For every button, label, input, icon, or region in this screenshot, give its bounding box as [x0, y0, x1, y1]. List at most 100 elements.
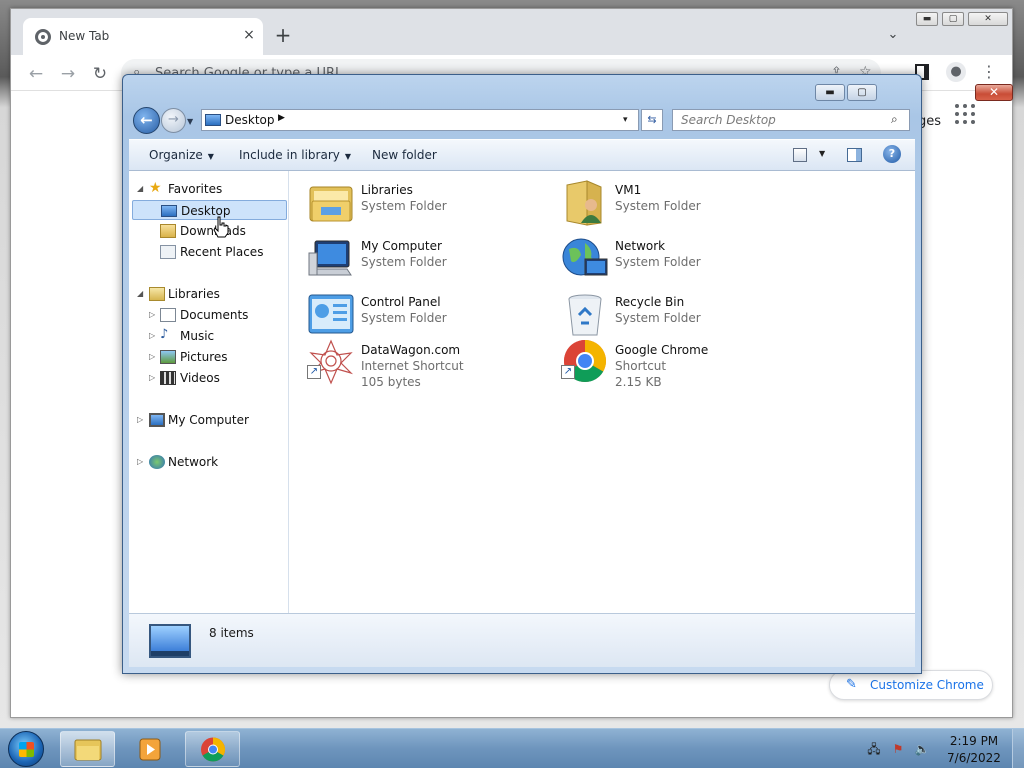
documents-icon [160, 308, 176, 322]
command-bar: Organize ▼ Include in library ▼ New folder… [129, 139, 915, 171]
chrome-reload-icon[interactable]: ↻ [89, 63, 111, 85]
collapsed-triangle-icon[interactable]: ▷ [137, 457, 143, 466]
computer-icon [308, 240, 352, 276]
back-button[interactable]: ← [133, 107, 160, 134]
explorer-minimize-button[interactable]: ▬ [815, 84, 845, 101]
search-input[interactable]: Search Desktop ⌕ [672, 109, 910, 131]
customize-chrome-button[interactable]: ✎ Customize Chrome [829, 670, 993, 700]
show-desktop-button[interactable] [1012, 729, 1024, 768]
shortcut-arrow-icon: ↗ [307, 365, 321, 379]
nav-network[interactable]: ▷ Network [129, 452, 287, 472]
nav-item-music-label: Music [180, 329, 215, 343]
include-in-library-label: Include in library [239, 148, 340, 162]
profile-avatar-icon[interactable]: ● [946, 62, 966, 82]
help-icon[interactable]: ? [883, 145, 901, 163]
start-button[interactable] [8, 731, 44, 767]
nav-item-downloads[interactable]: Downloads [129, 221, 287, 241]
change-view-icon[interactable] [793, 148, 807, 162]
pencil-icon: ✎ [846, 677, 857, 692]
google-apps-icon[interactable] [955, 104, 975, 124]
explorer-close-button[interactable]: ✕ [975, 84, 1013, 101]
nav-item-videos-label: Videos [180, 371, 220, 385]
file-item-my-computer[interactable]: My Computer System Folder [307, 229, 557, 281]
chrome-maximize-button[interactable]: ▢ [942, 12, 964, 26]
search-icon[interactable]: ⌕ [891, 112, 898, 127]
new-folder-button[interactable]: New folder [372, 148, 437, 162]
media-player-icon [139, 738, 161, 761]
recent-pages-dropdown-icon[interactable]: ▼ [187, 117, 193, 126]
address-history-dropdown-icon[interactable]: ▾ [623, 115, 628, 125]
file-name: My Computer [361, 239, 442, 253]
action-center-flag-icon[interactable]: ⚑ [890, 741, 906, 757]
chrome-new-tab-button[interactable]: + [273, 25, 293, 45]
taskbar-chrome-button[interactable] [185, 731, 240, 767]
refresh-button[interactable]: ⇆ [641, 109, 663, 131]
file-item-vm1[interactable]: VM1 System Folder [561, 173, 811, 226]
file-type: System Folder [615, 199, 701, 213]
folder-icon [74, 739, 102, 761]
preview-pane-icon[interactable] [847, 148, 862, 162]
file-item-libraries[interactable]: Libraries System Folder [307, 173, 557, 225]
nav-my-computer-label: My Computer [168, 413, 249, 427]
forward-button[interactable]: → [161, 108, 186, 133]
collapsed-triangle-icon[interactable]: ▷ [149, 352, 155, 361]
file-name: Google Chrome [615, 343, 709, 357]
explorer-window: ▬ ▢ ✕ ← → ▼ Desktop ▶ ▾ ⇆ Search Desktop… [122, 74, 1013, 674]
file-item-recycle-bin[interactable]: Recycle Bin System Folder [561, 285, 811, 337]
chrome-icon [201, 737, 226, 762]
views-dropdown-icon[interactable]: ▼ [819, 149, 825, 158]
nav-item-desktop[interactable]: Desktop [132, 200, 287, 220]
breadcrumb-chevron-icon[interactable]: ▶ [278, 113, 285, 123]
chrome-close-button[interactable]: ✕ [968, 12, 1008, 26]
file-list: Libraries System Folder VM1 System Folde… [289, 171, 915, 613]
chrome-tabstrip: New Tab × + ⌄ ▬ ▢ ✕ [11, 9, 1012, 55]
file-item-control-panel[interactable]: Control Panel System Folder [307, 285, 557, 337]
customize-chrome-label: Customize Chrome [870, 678, 984, 692]
nav-my-computer[interactable]: ▷ My Computer [129, 410, 287, 430]
file-item-datawagon[interactable]: ↗ DataWagon.com Internet Shortcut 105 by… [307, 333, 557, 389]
nav-libraries[interactable]: ◢ Libraries [129, 284, 287, 304]
chrome-tab-search-icon[interactable]: ⌄ [885, 27, 901, 43]
organize-label: Organize [149, 148, 203, 162]
chrome-tab-newtab[interactable]: New Tab × [23, 18, 263, 55]
file-name: Recycle Bin [615, 295, 685, 309]
address-bar[interactable]: Desktop ▶ ▾ [201, 109, 639, 131]
include-in-library-button[interactable]: Include in library ▼ [239, 148, 351, 162]
nav-item-documents-label: Documents [180, 308, 249, 322]
clock-time[interactable]: 2:19 PM [944, 734, 1004, 748]
item-count: 8 items [209, 626, 254, 640]
taskbar-media-player-button[interactable] [122, 731, 177, 767]
nav-favorites[interactable]: ◢ ★ Favorites [129, 179, 287, 199]
nav-libraries-label: Libraries [168, 287, 220, 301]
file-type: System Folder [361, 255, 447, 269]
chrome-icon [563, 340, 607, 383]
expanded-triangle-icon[interactable]: ◢ [137, 184, 143, 193]
organize-button[interactable]: Organize ▼ [149, 148, 214, 162]
volume-icon[interactable]: 🔈 [914, 741, 930, 757]
explorer-maximize-button[interactable]: ▢ [847, 84, 877, 101]
file-type: System Folder [615, 311, 701, 325]
taskbar-explorer-button[interactable] [60, 731, 115, 767]
nav-item-documents[interactable]: ▷ Documents [129, 305, 287, 325]
file-item-google-chrome[interactable]: ↗ Google Chrome Shortcut 2.15 KB [561, 333, 811, 389]
address-breadcrumb-desktop[interactable]: Desktop [225, 113, 275, 127]
nav-item-music[interactable]: ▷ ♪ Music [129, 326, 287, 346]
search-placeholder: Search Desktop [681, 113, 776, 127]
file-type: Internet Shortcut [361, 359, 464, 373]
collapsed-triangle-icon[interactable]: ▷ [149, 310, 155, 319]
nav-item-videos[interactable]: ▷ Videos [129, 368, 287, 388]
chrome-minimize-button[interactable]: ▬ [916, 12, 938, 26]
nav-item-pictures[interactable]: ▷ Pictures [129, 347, 287, 367]
chrome-back-icon[interactable]: ← [25, 63, 47, 85]
file-item-network[interactable]: Network System Folder [561, 229, 811, 281]
collapsed-triangle-icon[interactable]: ▷ [149, 331, 155, 340]
nav-item-recent-places[interactable]: Recent Places [129, 242, 287, 262]
chrome-forward-icon[interactable]: → [57, 63, 79, 85]
network-tray-icon[interactable]: 🖧 [866, 741, 882, 757]
expanded-triangle-icon[interactable]: ◢ [137, 289, 143, 298]
clock-date[interactable]: 7/6/2022 [944, 751, 1004, 765]
chrome-menu-icon[interactable]: ⋮ [981, 62, 997, 81]
collapsed-triangle-icon[interactable]: ▷ [149, 373, 155, 382]
collapsed-triangle-icon[interactable]: ▷ [137, 415, 143, 424]
chrome-tab-close-icon[interactable]: × [241, 27, 257, 43]
